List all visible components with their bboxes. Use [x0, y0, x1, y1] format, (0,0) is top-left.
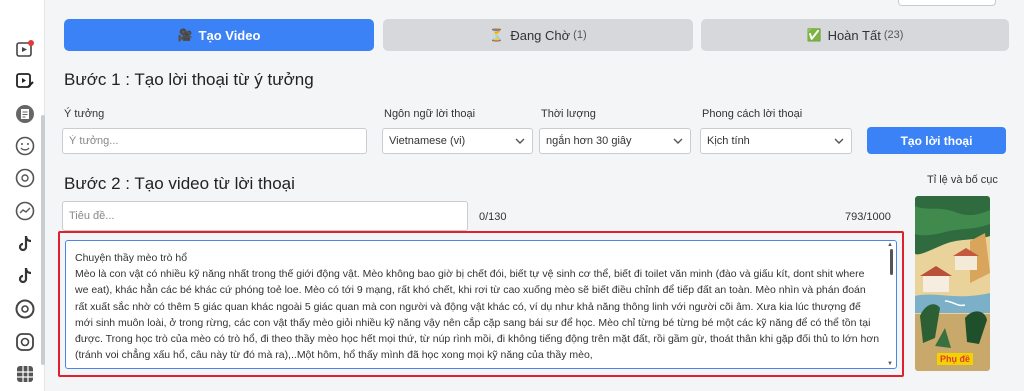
title-input[interactable] — [69, 210, 461, 222]
idea-field[interactable] — [62, 128, 367, 154]
thumbnail-illustration — [915, 196, 990, 371]
chevron-down-icon — [673, 138, 683, 144]
music-disc-icon[interactable] — [14, 167, 36, 189]
tiktok-icon[interactable] — [14, 233, 36, 255]
duration-value: ngắn hơn 30 giây — [546, 135, 632, 147]
step2-title: Bước 2 : Tạo video từ lời thoại — [64, 174, 295, 193]
threads-icon[interactable] — [14, 298, 36, 320]
language-label: Ngôn ngữ lời thoại — [384, 108, 476, 120]
tab-pending[interactable]: ⏳ Đang Chờ (1) — [383, 19, 693, 51]
script-highlight-box: Chuyện thầy mèo trò hổ Mèo là con vật có… — [58, 231, 904, 377]
sidebar — [0, 0, 45, 391]
chevron-down-icon — [515, 138, 525, 144]
style-label: Phong cách lời thoại — [702, 108, 803, 120]
tab-create-label: Tạo Video — [198, 27, 261, 43]
check-icon: ✅ — [806, 28, 822, 42]
camera-icon: 🎥 — [177, 28, 193, 42]
smiley-icon[interactable] — [14, 135, 36, 157]
idea-input[interactable] — [69, 135, 360, 147]
idea-label: Ý tưởng — [64, 108, 105, 120]
script-counter: 793/1000 — [845, 211, 891, 223]
main-panel: 🎥 Tạo Video ⏳ Đang Chờ (1) ✅ Hoàn Tất (2… — [55, 0, 1024, 391]
document-icon[interactable] — [14, 103, 36, 125]
duration-select[interactable]: ngắn hơn 30 giây — [539, 128, 691, 154]
layout-thumbnail[interactable]: Phụ đề — [915, 196, 990, 371]
tab-bar: 🎥 Tạo Video ⏳ Đang Chờ (1) ✅ Hoàn Tất (2… — [64, 19, 1024, 51]
tab-create-video[interactable]: 🎥 Tạo Video — [64, 19, 374, 51]
ratio-label: Tỉ lệ và bố cục — [927, 174, 998, 186]
title-field[interactable] — [62, 201, 468, 231]
trend-icon[interactable] — [14, 200, 36, 222]
tab-pending-count: (1) — [573, 29, 587, 41]
sidebar-scrollbar[interactable] — [41, 115, 45, 365]
language-select[interactable]: Vietnamese (vi) — [382, 128, 533, 154]
tab-pending-label: Đang Chờ — [510, 27, 571, 43]
chevron-down-icon — [834, 138, 844, 144]
thumbnail-caption: Phụ đề — [937, 353, 974, 365]
tab-done-label: Hoàn Tất — [827, 27, 881, 43]
duration-label: Thời lượng — [541, 108, 596, 120]
title-counter: 0/130 — [479, 211, 507, 223]
style-select[interactable]: Kịch tính — [700, 128, 852, 154]
top-right-box — [898, 0, 996, 6]
scroll-up-icon[interactable]: ▲ — [887, 242, 893, 248]
textarea-scroll-thumb[interactable] — [890, 249, 893, 275]
script-textarea[interactable]: Chuyện thầy mèo trò hổ Mèo là con vật có… — [65, 240, 897, 369]
step1-title: Bước 1 : Tạo lời thoại từ ý tưởng — [64, 70, 314, 89]
hourglass-icon: ⏳ — [489, 28, 505, 42]
instagram-icon[interactable] — [14, 331, 36, 353]
style-value: Kịch tính — [707, 135, 750, 147]
video-edit-icon[interactable] — [14, 70, 36, 92]
tiktok-icon[interactable] — [14, 265, 36, 287]
language-value: Vietnamese (vi) — [389, 135, 466, 147]
generate-script-button[interactable]: Tạo lời thoại — [867, 127, 1006, 154]
grid-icon[interactable] — [14, 363, 36, 385]
tab-done[interactable]: ✅ Hoàn Tất (23) — [701, 19, 1009, 51]
video-add-icon[interactable] — [14, 38, 36, 60]
script-text: Chuyện thầy mèo trò hổ Mèo là con vật có… — [75, 252, 880, 362]
tab-done-count: (23) — [883, 29, 904, 41]
scroll-down-icon[interactable]: ▼ — [887, 361, 893, 367]
